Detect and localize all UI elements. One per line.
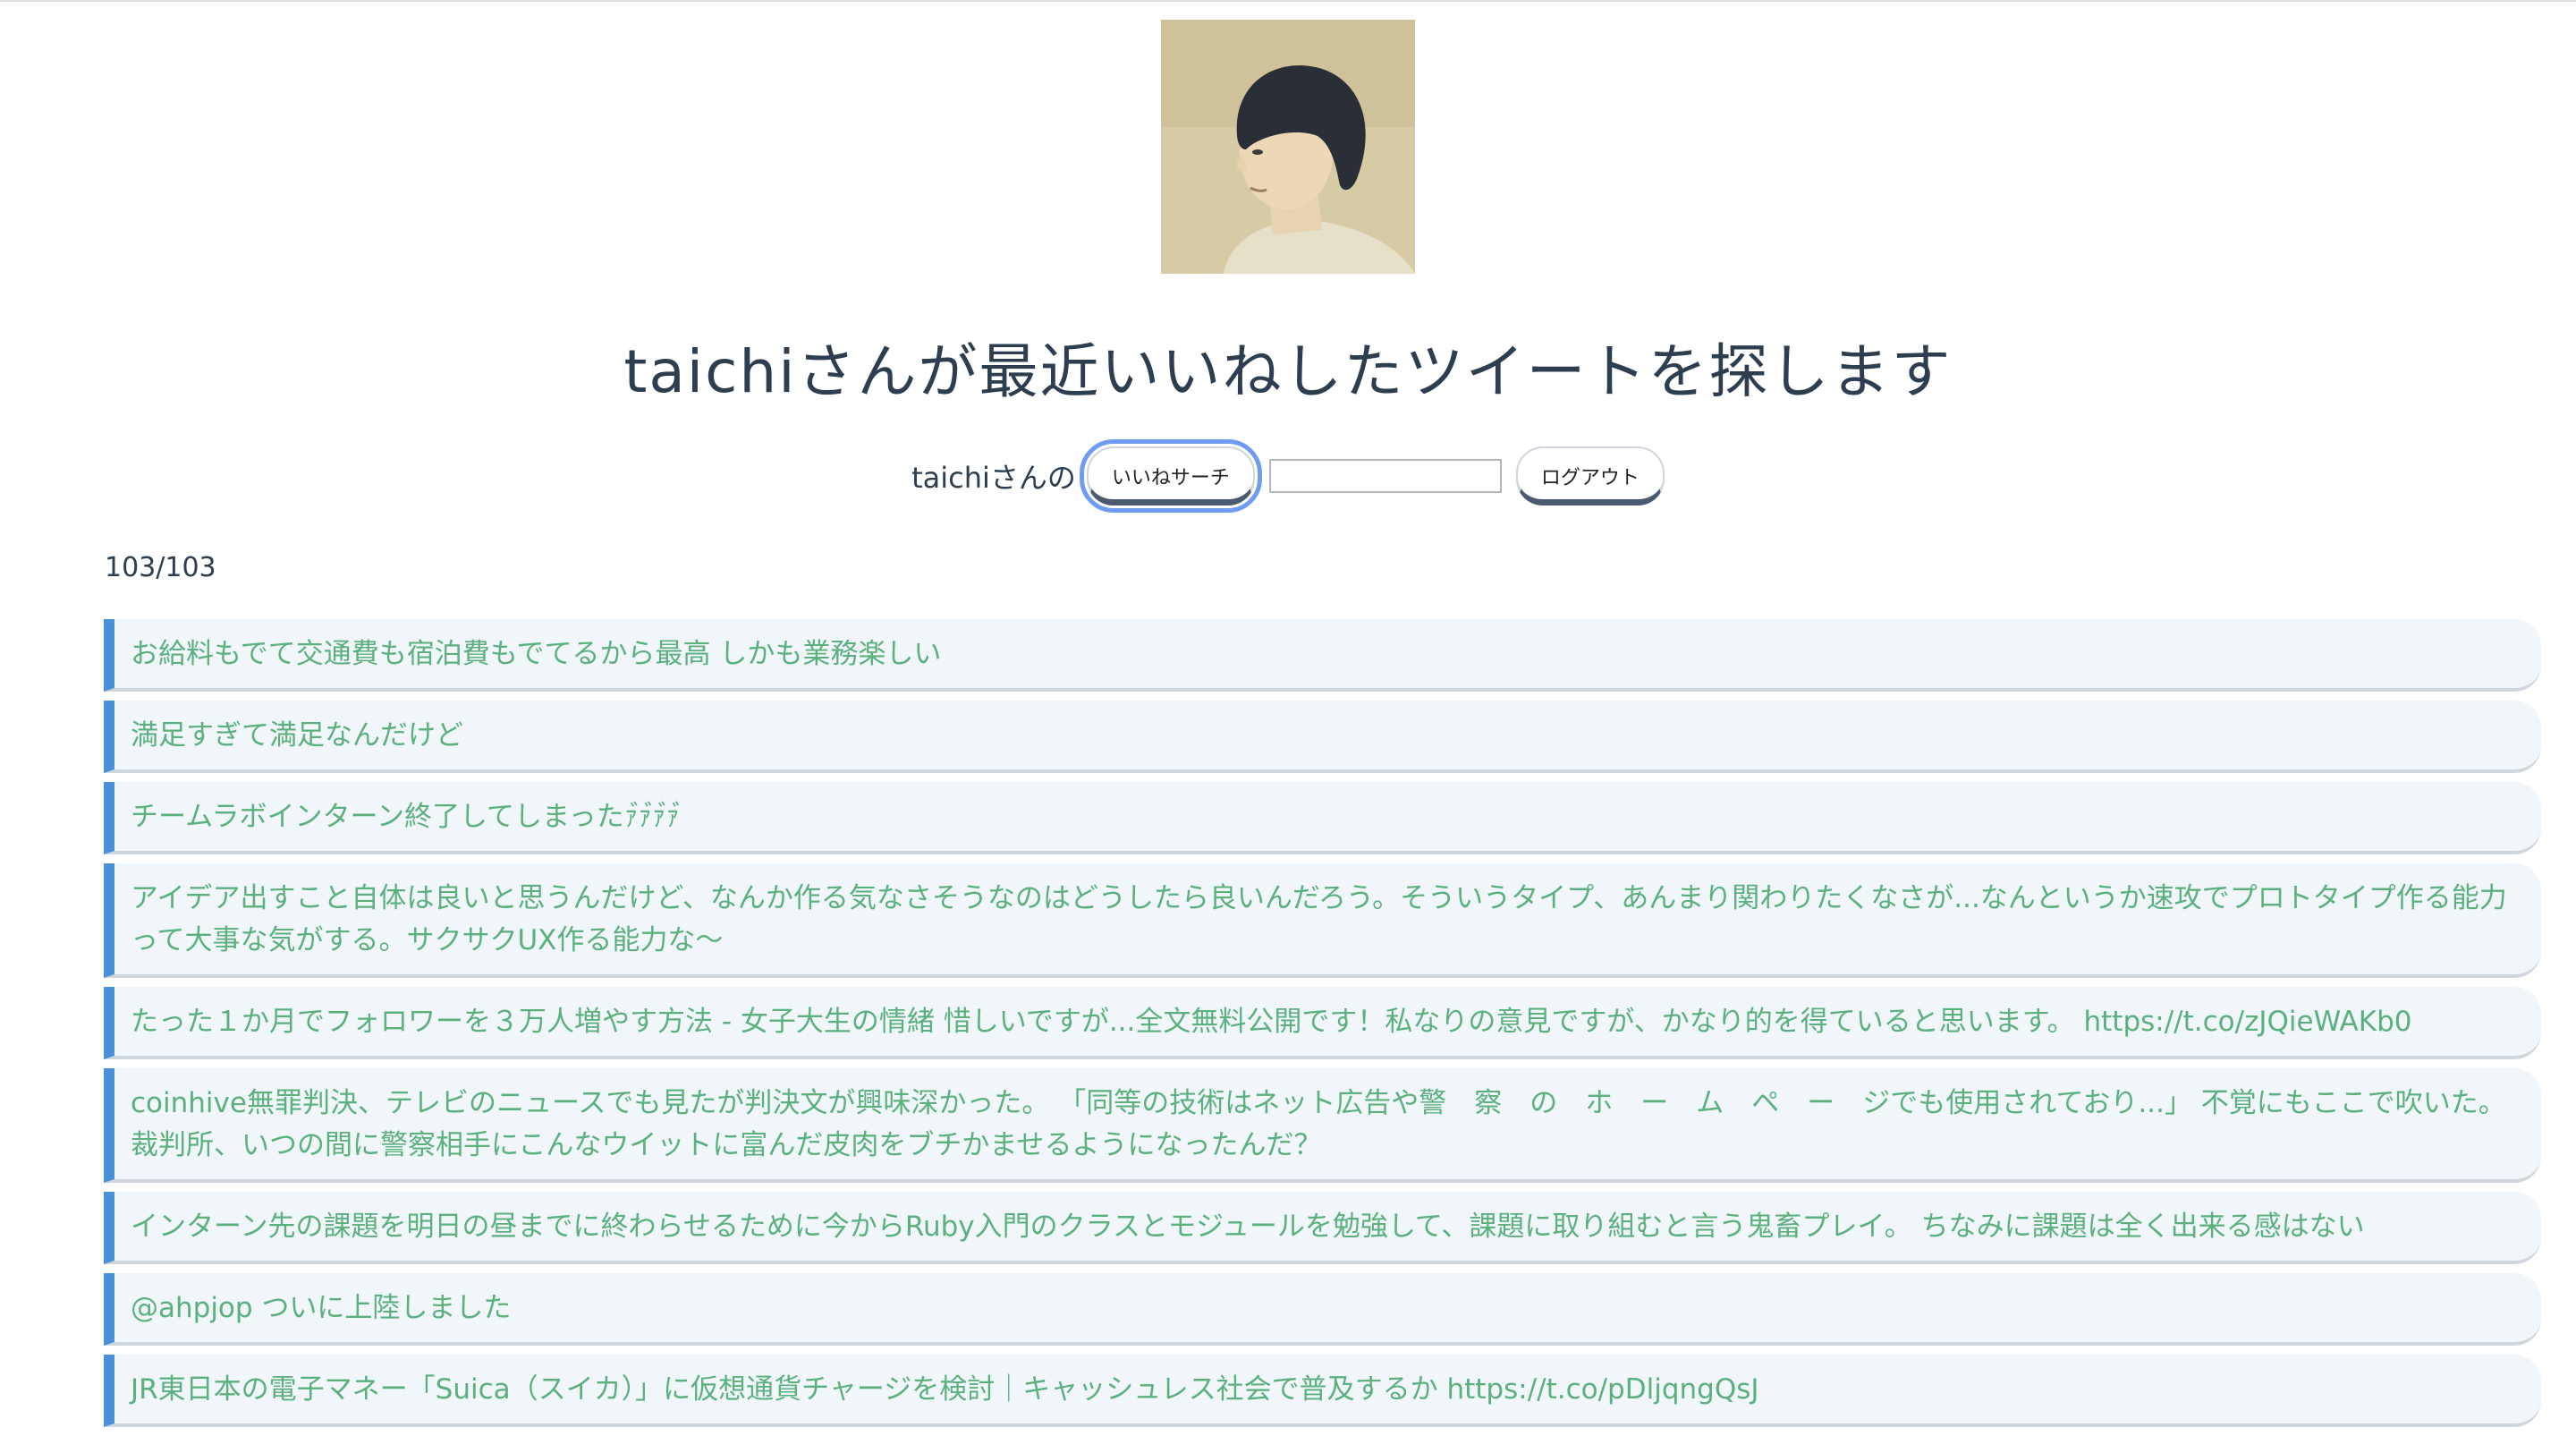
tweet-item[interactable]: 満足すぎて満足なんだけど bbox=[104, 701, 2541, 773]
avatar bbox=[1161, 20, 1415, 274]
tweet-item[interactable]: インターン先の課題を明日の昼までに終わらせるために今からRuby入門のクラスとモ… bbox=[104, 1192, 2541, 1264]
like-search-button[interactable]: いいねサーチ bbox=[1079, 439, 1262, 513]
tweet-item[interactable]: coinhive無罪判決、テレビのニュースでも見たが判決文が興味深かった。 「同… bbox=[104, 1068, 2541, 1183]
tweet-item[interactable]: JR東日本の電子マネー「Suica（スイカ）」に仮想通貨チャージを検討｜キャッシ… bbox=[104, 1355, 2541, 1427]
tweet-item[interactable]: @ahpjop ついに上陸しました bbox=[104, 1273, 2541, 1346]
page-title: taichiさんが最近いいねしたツイートを探します bbox=[623, 337, 1953, 406]
search-bar: taichiさんの いいねサーチ ログアウト bbox=[0, 439, 2576, 513]
tweet-list: お給料もでて交通費も宿泊費もでてるから最高 しかも業務楽しい 満足すぎて満足なん… bbox=[104, 619, 2541, 1436]
search-input[interactable] bbox=[1268, 459, 1502, 493]
logout-button[interactable]: ログアウト bbox=[1515, 446, 1665, 506]
tweet-item[interactable]: チームラボインターン終了してしまったｧ゙ｧ゙ｧ゙ｧ゙ bbox=[104, 782, 2541, 854]
search-label: taichiさんの bbox=[911, 461, 1076, 495]
tweet-item[interactable]: アイデア出すこと自体は良いと思うんだけど、なんか作る気なさそうなのはどうしたら良… bbox=[104, 863, 2541, 978]
avatar-image bbox=[1161, 20, 1415, 274]
tweet-item[interactable]: たった１か月でフォロワーを３万人増やす方法 - 女子大生の情緒 惜しいですが..… bbox=[104, 987, 2541, 1059]
tweet-item[interactable]: お給料もでて交通費も宿泊費もでてるから最高 しかも業務楽しい bbox=[104, 619, 2541, 692]
result-count: 103/103 bbox=[105, 552, 216, 583]
